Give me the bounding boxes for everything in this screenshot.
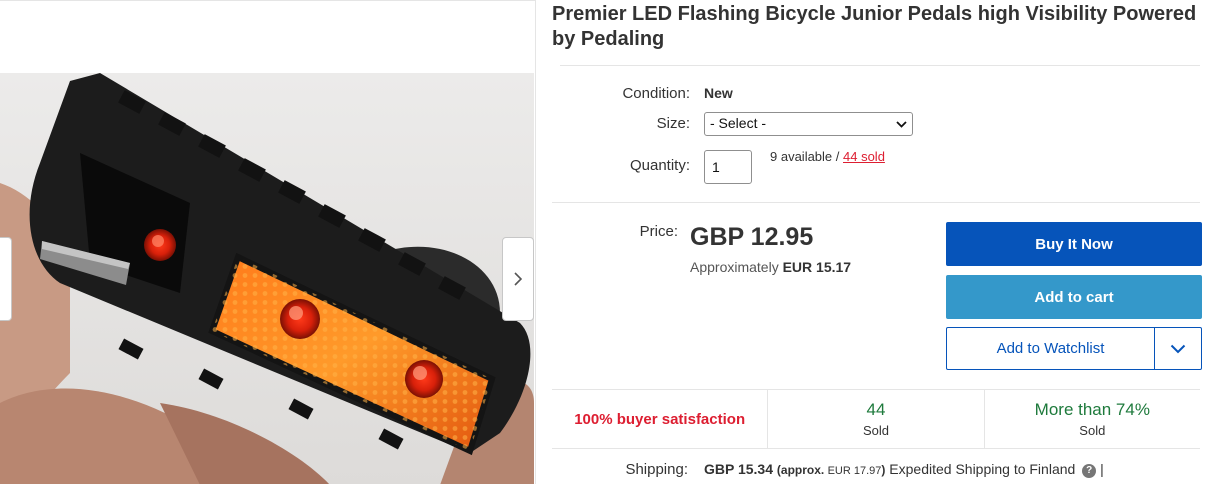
availability: 9 available / 44 sold [770, 149, 885, 164]
price-value: GBP 12.95 [690, 223, 814, 251]
add-to-watchlist-button[interactable]: Add to Watchlist [947, 328, 1154, 369]
pedal-image [0, 73, 534, 484]
size-label: Size: [656, 115, 690, 132]
stat-sold-count: 44 Sold [768, 390, 985, 448]
product-title: Premier LED Flashing Bicycle Junior Peda… [552, 3, 1197, 50]
sold-count-label: Sold [862, 423, 889, 438]
buy-it-now-button[interactable]: Buy It Now [946, 222, 1202, 266]
quantity-input[interactable]: 1 [704, 150, 752, 184]
chevron-down-icon [1170, 344, 1186, 353]
shipping-separator: | [1096, 461, 1104, 477]
shipping-details: GBP 15.34 (approx. EUR 17.97) Expedited … [704, 461, 1104, 478]
shipping-service: Expedited Shipping to Finland [885, 461, 1076, 477]
condition-label: Condition: [622, 85, 690, 102]
gallery-prev-button[interactable] [0, 237, 12, 321]
size-select[interactable]: - Select - [704, 112, 913, 136]
chevron-down-icon [896, 121, 907, 128]
gallery-next-button[interactable] [502, 237, 534, 321]
stat-sold-percent: More than 74% Sold [985, 390, 1200, 448]
help-icon[interactable]: ? [1082, 464, 1097, 478]
stat-satisfaction: 100% buyer satisfaction [552, 390, 769, 448]
add-to-cart-button[interactable]: Add to cart [946, 275, 1202, 319]
product-photo[interactable] [0, 73, 534, 484]
satisfaction-text: 100% buyer satisfaction [574, 410, 746, 428]
shipping-approx-open: (approx. [776, 463, 828, 477]
condition-value: New [704, 85, 733, 101]
approx-value: EUR 15.17 [782, 259, 852, 275]
shipping-cost: GBP 15.34 [704, 461, 774, 477]
price-label: Price: [639, 223, 678, 240]
shipping-approx-value: EUR 17.97 [827, 465, 882, 477]
sold-link[interactable]: 44 sold [843, 149, 885, 164]
shipping-approx: (approx. EUR 17.97) [776, 463, 885, 477]
chevron-right-icon [514, 272, 522, 286]
watchlist-control: Add to Watchlist [946, 327, 1202, 370]
watchlist-dropdown-button[interactable] [1154, 328, 1201, 369]
approx-prefix: Approximately [690, 259, 783, 275]
shipping-label: Shipping: [625, 461, 688, 478]
seller-stats: 100% buyer satisfaction 44 Sold More tha… [552, 389, 1200, 449]
sold-count: 44 [866, 400, 886, 419]
divider [552, 202, 1200, 203]
sold-percent: More than 74% [1034, 400, 1150, 419]
size-select-value: - Select - [710, 115, 767, 131]
quantity-label: Quantity: [629, 157, 690, 174]
image-gallery [0, 0, 536, 484]
approx-price: Approximately EUR 15.17 [690, 259, 851, 275]
divider [560, 65, 1200, 66]
available-text: 9 available / [770, 149, 843, 164]
sold-percent-label: Sold [1079, 423, 1106, 438]
